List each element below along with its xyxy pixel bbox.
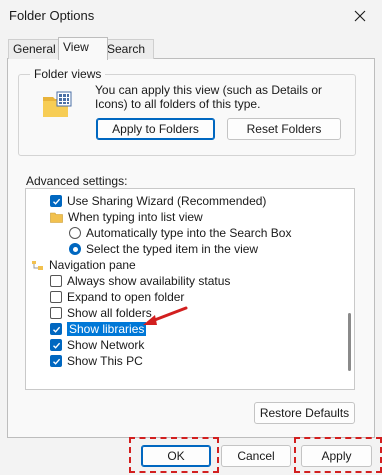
checkbox-checked[interactable]	[50, 355, 62, 367]
advanced-settings-list[interactable]: Use Sharing Wizard (Recommended) When ty…	[25, 188, 355, 390]
list-item-label: Always show availability status	[67, 274, 231, 288]
close-icon	[354, 10, 366, 22]
advanced-settings-label: Advanced settings:	[26, 174, 128, 188]
list-item-use-sharing-wizard[interactable]: Use Sharing Wizard (Recommended)	[50, 193, 266, 209]
list-item-expand-open-folder[interactable]: Expand to open folder	[50, 289, 184, 305]
reset-folders-button[interactable]: Reset Folders	[227, 118, 341, 140]
tab-search[interactable]: Search	[102, 39, 154, 59]
apply-to-folders-button[interactable]: Apply to Folders	[96, 118, 215, 140]
list-item-label: Use Sharing Wizard (Recommended)	[67, 194, 267, 208]
list-item-select-typed-item[interactable]: Select the typed item in the view	[69, 241, 258, 257]
list-scrollbar-thumb[interactable]	[348, 313, 351, 371]
folder-options-dialog: Folder Options General View Search Folde…	[0, 0, 382, 475]
folder-icon	[50, 212, 63, 223]
check-icon	[52, 358, 60, 365]
list-item-typing-list-view: When typing into list view	[50, 209, 203, 225]
checkbox-checked[interactable]	[50, 323, 62, 335]
close-button[interactable]	[338, 0, 382, 32]
list-item-label-selected: Show libraries	[65, 321, 148, 337]
radio-unchecked[interactable]	[69, 227, 81, 239]
list-item-show-all-folders[interactable]: Show all folders	[50, 305, 152, 321]
checkbox-unchecked[interactable]	[50, 307, 62, 319]
checkbox-checked[interactable]	[50, 339, 62, 351]
folder-views-icon	[43, 91, 72, 117]
list-item-label: Navigation pane	[49, 258, 136, 272]
list-item-label: Show This PC	[67, 354, 143, 368]
folder-views-description: You can apply this view (such as Details…	[95, 83, 323, 111]
tab-view[interactable]: View	[58, 37, 108, 60]
navigation-pane-icon	[32, 260, 43, 270]
ok-button[interactable]: OK	[141, 445, 211, 467]
checkbox-unchecked[interactable]	[50, 275, 62, 287]
list-item-show-network[interactable]: Show Network	[50, 337, 144, 353]
checkbox-checked[interactable]	[50, 195, 62, 207]
list-item-show-this-pc[interactable]: Show This PC	[50, 353, 143, 369]
restore-defaults-button[interactable]: Restore Defaults	[254, 402, 355, 424]
check-icon	[52, 198, 60, 205]
list-item-availability-status[interactable]: Always show availability status	[50, 273, 230, 289]
title-bar: Folder Options	[0, 0, 382, 32]
list-item-label: Show all folders	[67, 306, 152, 320]
list-item-auto-type-search[interactable]: Automatically type into the Search Box	[69, 225, 291, 241]
radio-checked[interactable]	[69, 243, 81, 255]
checkbox-unchecked[interactable]	[50, 291, 62, 303]
tab-general[interactable]: General	[8, 39, 62, 59]
list-item-label: Show Network	[67, 338, 145, 352]
cancel-button[interactable]: Cancel	[221, 445, 291, 467]
annotation-arrow-icon	[143, 306, 188, 325]
window-title: Folder Options	[9, 8, 95, 23]
list-item-navigation-pane: Navigation pane	[31, 257, 136, 273]
list-item-label: Expand to open folder	[67, 290, 185, 304]
list-item-label: Automatically type into the Search Box	[86, 226, 292, 240]
apply-button[interactable]: Apply	[301, 445, 372, 467]
check-icon	[52, 326, 60, 333]
list-item-show-libraries[interactable]: Show libraries	[50, 321, 148, 337]
list-item-label: When typing into list view	[68, 210, 203, 224]
folder-views-label: Folder views	[30, 67, 106, 81]
check-icon	[52, 342, 60, 349]
list-item-label: Select the typed item in the view	[86, 242, 259, 256]
